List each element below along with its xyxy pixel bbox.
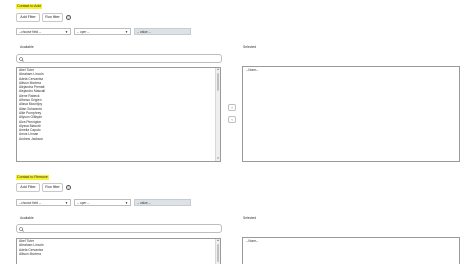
search-icon: [19, 227, 24, 232]
available-listbox[interactable]: Abel Tuter Abraham Lincoln Adela Cervantsz…: [16, 67, 221, 162]
available-search-input[interactable]: [16, 54, 222, 63]
list-item[interactable]: Allison Mortera: [17, 252, 220, 256]
selected-label: Selected: [243, 216, 257, 220]
selected-none-option[interactable]: --None--: [243, 238, 459, 243]
section-title-contact-to-add: Contact to Add: [16, 4, 42, 9]
scroll-up-arrow-icon[interactable]: ▲: [216, 239, 220, 243]
add-filter-button[interactable]: Add Filter: [16, 13, 40, 22]
value-select: -- value --: [134, 199, 191, 206]
move-right-button[interactable]: ›: [228, 104, 236, 111]
operator-select-value: -- oper --: [77, 30, 90, 34]
field-select-value: --choose field --: [19, 30, 42, 34]
available-search-input[interactable]: [16, 224, 222, 233]
help-icon[interactable]: ?: [66, 185, 71, 190]
selected-none-option[interactable]: --None--: [243, 67, 459, 72]
value-select-value: -- value --: [137, 201, 151, 205]
search-icon: [19, 57, 24, 62]
field-select-value: --choose field --: [19, 201, 42, 205]
run-filter-button[interactable]: Run filter: [42, 183, 63, 192]
value-select-value: -- value --: [137, 30, 151, 34]
field-select[interactable]: --choose field -- ▼: [16, 28, 71, 35]
scrollbar[interactable]: ▲ ▼: [215, 68, 220, 161]
chevron-down-icon: ▼: [65, 201, 68, 205]
available-label: Available: [20, 45, 34, 49]
selected-listbox[interactable]: --None--: [242, 66, 460, 162]
selected-listbox[interactable]: --None--: [242, 237, 460, 264]
chevron-down-icon: ▼: [125, 201, 128, 205]
selected-label: Selected: [243, 45, 257, 49]
add-filter-button[interactable]: Add Filter: [16, 183, 40, 192]
value-select: -- value --: [134, 28, 191, 35]
available-label: Available: [20, 216, 34, 220]
move-left-button[interactable]: ‹: [228, 116, 236, 123]
scroll-up-arrow-icon[interactable]: ▲: [216, 68, 220, 72]
list-item[interactable]: Andrew Jackson: [17, 137, 220, 141]
help-icon[interactable]: ?: [66, 15, 71, 20]
scrollbar-thumb[interactable]: [216, 244, 220, 262]
chevron-down-icon: ▼: [65, 30, 68, 34]
scroll-down-arrow-icon[interactable]: ▼: [216, 157, 220, 161]
available-listbox[interactable]: Abel Tuter Abraham Lincoln Adela Cervantsz…: [16, 238, 221, 264]
operator-select[interactable]: -- oper -- ▼: [74, 199, 131, 206]
operator-select[interactable]: -- oper -- ▼: [74, 28, 131, 35]
scrollbar-thumb[interactable]: [216, 73, 220, 91]
chevron-down-icon: ▼: [125, 30, 128, 34]
operator-select-value: -- oper --: [77, 201, 90, 205]
run-filter-button[interactable]: Run filter: [42, 13, 63, 22]
field-select[interactable]: --choose field -- ▼: [16, 199, 71, 206]
scrollbar[interactable]: ▲: [215, 239, 220, 264]
section-title-contact-to-remove: Contact to Remove: [16, 175, 49, 180]
